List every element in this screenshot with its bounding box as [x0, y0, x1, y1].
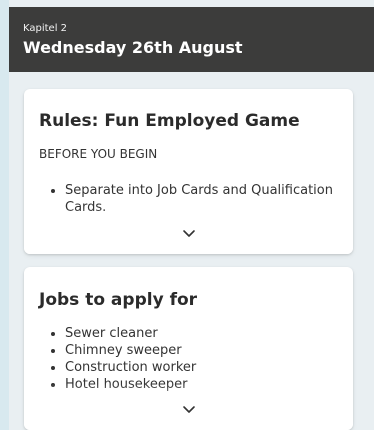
app-header: Kapitel 2 Wednesday 26th August: [9, 7, 374, 72]
list-item: Construction worker: [65, 359, 196, 376]
list-item: Sewer cleaner: [65, 325, 196, 342]
card-title: Rules: Fun Employed Game: [39, 111, 300, 131]
chevron-down-icon[interactable]: [182, 228, 196, 238]
page-frame: Kapitel 2 Wednesday 26th August Rules: F…: [9, 0, 374, 430]
list-item: Chimney sweeper: [65, 342, 196, 359]
card-title: Jobs to apply for: [39, 290, 198, 310]
jobs-list: Sewer cleaner Chimney sweeper Constructi…: [39, 325, 196, 393]
chapter-label: Kapitel 2: [23, 23, 68, 34]
chevron-down-icon[interactable]: [182, 404, 196, 414]
rules-card[interactable]: Rules: Fun Employed Game BEFORE YOU BEGI…: [24, 89, 353, 254]
jobs-card[interactable]: Jobs to apply for Sewer cleaner Chimney …: [24, 267, 353, 430]
card-subtitle: BEFORE YOU BEGIN: [39, 147, 158, 161]
page-title: Wednesday 26th August: [23, 38, 243, 57]
